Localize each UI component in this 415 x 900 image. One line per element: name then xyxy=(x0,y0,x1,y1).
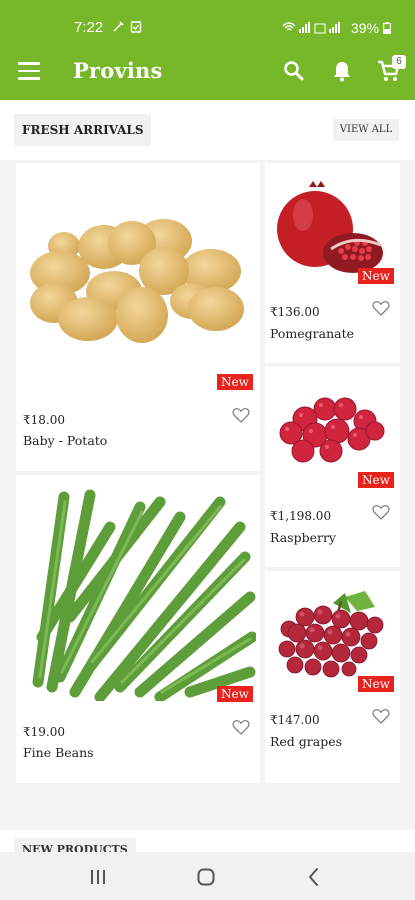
new-badge: New xyxy=(217,686,253,702)
product-price: ₹18.00 xyxy=(23,413,65,427)
app-bar: Provins xyxy=(0,44,415,100)
heart-icon[interactable] xyxy=(372,300,390,316)
potato-image xyxy=(30,219,244,343)
view-all-button[interactable]: VIEW ALL xyxy=(333,119,399,141)
recent-apps-icon[interactable] xyxy=(87,866,109,888)
product-card-raspberry[interactable]: New ₹1,198.00 Raspberry xyxy=(265,367,400,567)
clipboard-icon xyxy=(130,21,142,33)
product-name: Fine Beans xyxy=(23,745,94,760)
home-icon[interactable] xyxy=(195,866,217,888)
search-icon[interactable] xyxy=(282,59,306,83)
section-divider xyxy=(0,800,415,830)
heart-icon[interactable] xyxy=(372,504,390,520)
app-title: Provins xyxy=(73,58,163,83)
product-card-beans[interactable]: New ₹19.00 Fine Beans xyxy=(16,475,260,783)
product-price: ₹1,198.00 xyxy=(270,509,332,523)
product-name: Pomegranate xyxy=(270,326,355,341)
product-name: Baby - Potato xyxy=(23,433,108,448)
new-badge: New xyxy=(217,374,253,390)
bell-icon[interactable] xyxy=(330,59,354,83)
new-badge: New xyxy=(358,472,394,488)
menu-icon[interactable] xyxy=(18,62,40,82)
status-time: 7:22 xyxy=(74,19,104,36)
product-price: ₹147.00 xyxy=(270,713,320,727)
product-card-pomegranate[interactable]: New ₹136.00 Pomegranate xyxy=(265,163,400,363)
beans-image xyxy=(32,489,256,701)
heart-icon[interactable] xyxy=(232,719,250,735)
tools-icon xyxy=(113,21,124,32)
status-bar: 7:22 39% xyxy=(0,0,415,44)
cart-count-badge: 6 xyxy=(392,55,406,69)
grapes-image xyxy=(278,591,384,678)
battery-level: 39% xyxy=(351,20,380,36)
system-nav-bar xyxy=(0,852,415,900)
signal-wifi-icon xyxy=(282,22,340,34)
new-badge: New xyxy=(358,268,394,284)
section-title: FRESH ARRIVALS xyxy=(14,114,152,146)
pomegranate-image xyxy=(277,181,383,273)
product-name: Raspberry xyxy=(270,530,336,545)
product-name: Red grapes xyxy=(270,734,343,749)
heart-icon[interactable] xyxy=(372,708,390,724)
new-badge: New xyxy=(358,676,394,692)
product-price: ₹19.00 xyxy=(23,725,65,739)
product-card-grapes[interactable]: New ₹147.00 Red grapes xyxy=(265,571,400,783)
product-card-potato[interactable]: New ₹18.00 Baby - Potato xyxy=(16,163,260,471)
product-price: ₹136.00 xyxy=(270,305,320,319)
heart-icon[interactable] xyxy=(232,407,250,423)
raspberry-image xyxy=(279,397,385,463)
battery-icon xyxy=(383,22,391,34)
back-icon[interactable] xyxy=(303,866,325,888)
